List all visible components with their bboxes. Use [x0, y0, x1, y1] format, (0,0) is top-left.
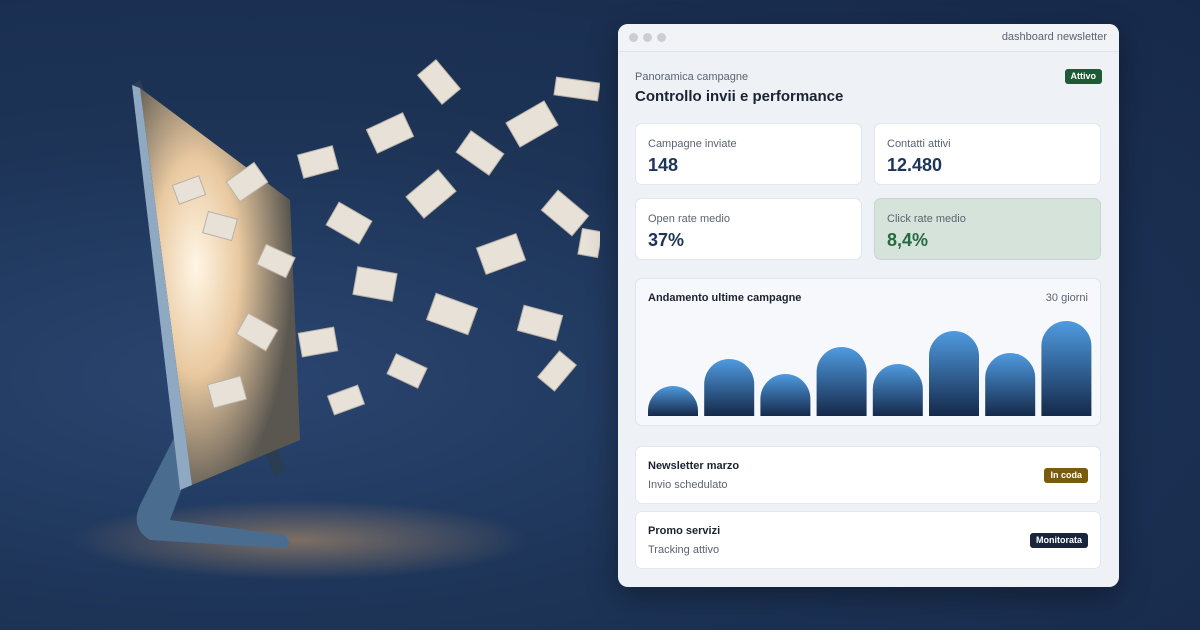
maximize-window-dot[interactable] [657, 33, 666, 42]
chart-bar [704, 359, 755, 416]
chart-bars [648, 321, 1092, 416]
status-badge: Attivo [1064, 69, 1102, 84]
stat-card-open-rate[interactable]: Open rate medio 37% [635, 198, 862, 260]
campaign-status: Invio schedulato [648, 479, 728, 491]
stat-value: 37% [648, 230, 685, 250]
stat-card-campaigns-sent[interactable]: Campagne inviate 148 [635, 123, 862, 185]
hero-illustration [70, 59, 600, 580]
stat-label: Contatti attivi [887, 138, 951, 150]
queue-badge: In coda [1044, 468, 1088, 483]
campaign-status: Tracking attivo [648, 544, 720, 556]
stat-value: 8,4% [887, 230, 929, 250]
chart-range-label: 30 giorni [1045, 292, 1088, 304]
dashboard-window: dashboard newsletter Panoramica campagne… [618, 24, 1119, 587]
monitored-badge: Monitorata [1030, 533, 1088, 548]
stat-card-active-contacts[interactable]: Contatti attivi 12.480 [874, 123, 1101, 185]
stat-card-click-rate[interactable]: Click rate medio 8,4% [874, 198, 1101, 260]
chart-bar [760, 374, 811, 416]
chart-title: Andamento ultime campagne [648, 292, 802, 304]
stat-value: 12.480 [887, 155, 943, 175]
chart-bar [872, 364, 923, 416]
chart-bar [816, 347, 867, 416]
campaign-name: Newsletter marzo [648, 460, 740, 472]
chart-bar [1041, 321, 1092, 416]
minimize-window-dot[interactable] [643, 33, 652, 42]
stat-value: 148 [648, 155, 679, 175]
window-titlebar: dashboard newsletter [618, 24, 1119, 52]
page-header: Panoramica campagne Controllo invii e pe… [635, 71, 1102, 105]
window-title: dashboard newsletter [1001, 31, 1107, 43]
chart-bar [985, 353, 1036, 416]
page-title: Controllo invii e performance [635, 88, 844, 105]
stat-label: Open rate medio [648, 213, 730, 225]
close-window-dot[interactable] [629, 33, 638, 42]
campaign-name: Promo servizi [648, 525, 721, 537]
campaign-item[interactable]: Promo servizi Tracking attivo Monitorata [635, 511, 1101, 569]
chart-bar [929, 331, 979, 416]
stat-label: Click rate medio [887, 213, 966, 225]
campaign-trend-chart: Andamento ultime campagne 30 giorni [635, 278, 1101, 426]
stat-label: Campagne inviate [648, 138, 737, 150]
page-subtitle: Panoramica campagne [635, 71, 749, 83]
chart-bar [648, 386, 698, 416]
campaign-item[interactable]: Newsletter marzo Invio schedulato In cod… [635, 446, 1101, 504]
